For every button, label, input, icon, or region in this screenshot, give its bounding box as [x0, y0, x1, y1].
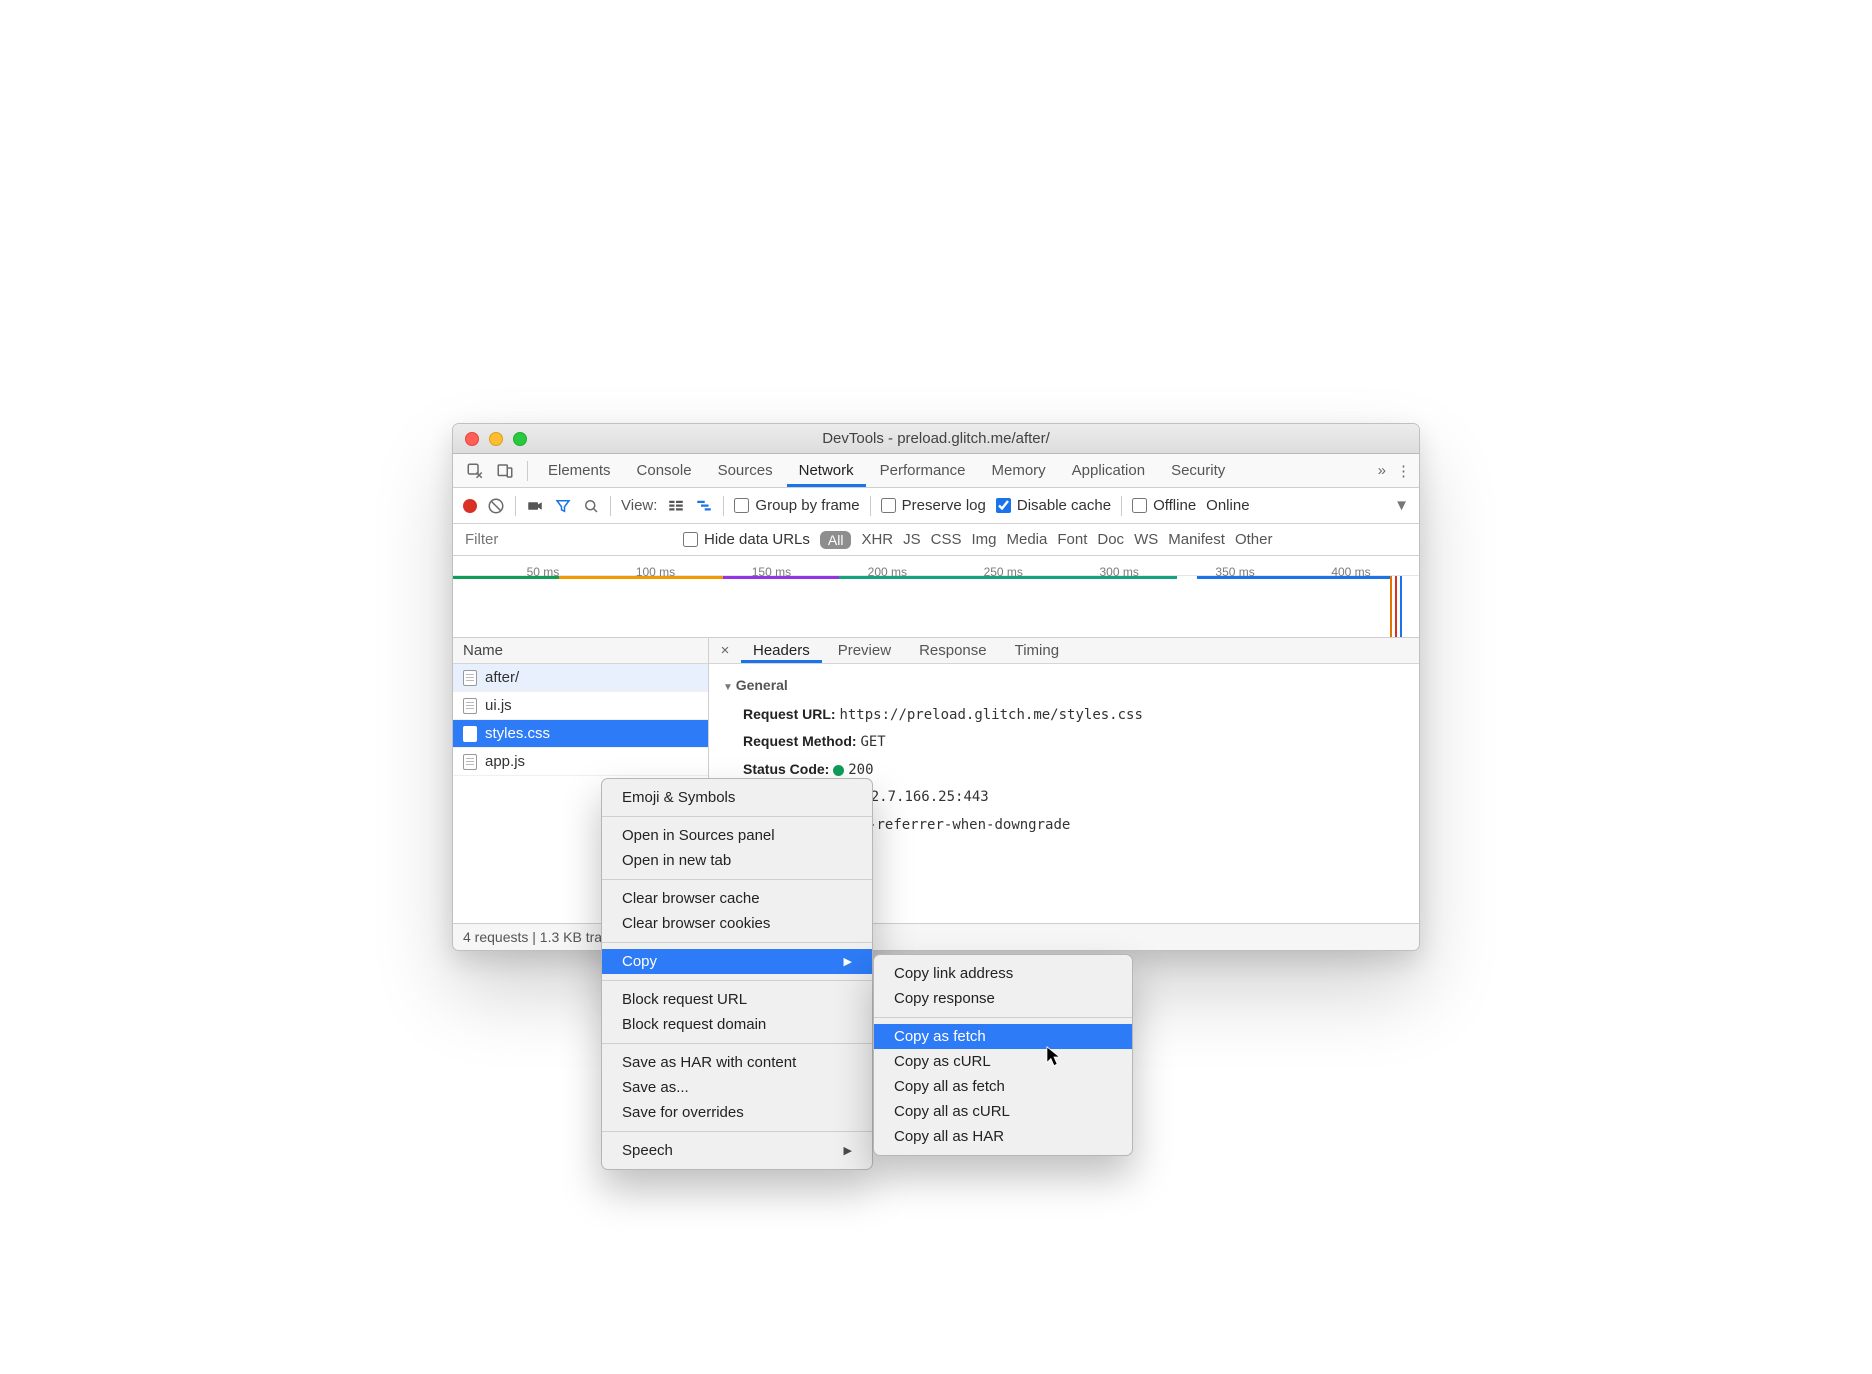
throttling-dropdown-icon[interactable]: ▼ — [1394, 497, 1409, 514]
request-row[interactable]: after/ — [453, 664, 708, 692]
tab-network[interactable]: Network — [787, 454, 866, 487]
inspect-element-icon[interactable] — [461, 457, 489, 485]
filter-img[interactable]: Img — [971, 531, 996, 548]
camera-icon[interactable] — [526, 497, 544, 515]
status-dot-icon — [833, 765, 844, 776]
tab-performance[interactable]: Performance — [868, 454, 978, 487]
submenu-arrow-icon: ▶ — [844, 955, 852, 968]
detail-tab-headers[interactable]: Headers — [741, 638, 822, 663]
cm-block-request-domain[interactable]: Block request domain — [602, 1012, 872, 1037]
filter-doc[interactable]: Doc — [1097, 531, 1124, 548]
group-by-frame-checkbox[interactable]: Group by frame — [734, 497, 859, 514]
cm-open-in-new-tab[interactable]: Open in new tab — [602, 848, 872, 873]
file-icon — [463, 726, 477, 742]
cm-save-as-har[interactable]: Save as HAR with content — [602, 1050, 872, 1075]
request-name: ui.js — [485, 697, 512, 714]
request-row[interactable]: ui.js — [453, 692, 708, 720]
cm-copy-all-as-curl[interactable]: Copy all as cURL — [874, 1099, 1132, 1124]
file-icon — [463, 698, 477, 714]
network-toolbar: View: Group by frame Preserve log Disabl… — [453, 488, 1419, 524]
context-submenu-copy: Copy link address Copy response Copy as … — [873, 954, 1133, 1156]
online-label[interactable]: Online — [1206, 497, 1249, 514]
cm-copy-submenu[interactable]: Copy▶ — [602, 949, 872, 974]
detail-tab-response[interactable]: Response — [907, 638, 999, 663]
clear-icon[interactable] — [487, 497, 505, 515]
file-icon — [463, 670, 477, 686]
view-large-icon[interactable] — [667, 497, 685, 515]
cm-clear-browser-cache[interactable]: Clear browser cache — [602, 886, 872, 911]
hide-data-urls-checkbox[interactable]: Hide data URLs — [683, 531, 810, 548]
filter-input[interactable] — [463, 524, 673, 555]
request-name: app.js — [485, 753, 525, 770]
main-tabs: Elements Console Sources Network Perform… — [453, 454, 1419, 488]
filter-row: Hide data URLs All XHR JS CSS Img Media … — [453, 524, 1419, 556]
cm-copy-as-curl[interactable]: Copy as cURL — [874, 1049, 1132, 1074]
close-window-button[interactable] — [465, 432, 479, 446]
status-bar: 4 requests | 1.3 KB transferred — [453, 924, 1419, 950]
cm-copy-response[interactable]: Copy response — [874, 986, 1132, 1011]
record-button[interactable] — [463, 499, 477, 513]
cm-save-as[interactable]: Save as... — [602, 1075, 872, 1100]
context-menu: Emoji & Symbols Open in Sources panel Op… — [601, 778, 873, 1170]
zoom-window-button[interactable] — [513, 432, 527, 446]
minimize-window-button[interactable] — [489, 432, 503, 446]
cm-emoji-symbols[interactable]: Emoji & Symbols — [602, 785, 872, 810]
filter-manifest[interactable]: Manifest — [1168, 531, 1225, 548]
filter-ws[interactable]: WS — [1134, 531, 1158, 548]
cm-copy-link-address[interactable]: Copy link address — [874, 961, 1132, 986]
view-label: View: — [621, 497, 657, 514]
cm-speech-submenu[interactable]: Speech▶ — [602, 1138, 872, 1163]
filter-css[interactable]: CSS — [931, 531, 962, 548]
tab-application[interactable]: Application — [1060, 454, 1157, 487]
tab-separator — [527, 461, 528, 481]
filter-xhr[interactable]: XHR — [861, 531, 893, 548]
offline-checkbox[interactable]: Offline — [1132, 497, 1196, 514]
cm-save-for-overrides[interactable]: Save for overrides — [602, 1100, 872, 1125]
tab-elements[interactable]: Elements — [536, 454, 623, 487]
request-row[interactable]: app.js — [453, 748, 708, 776]
request-name: styles.css — [485, 725, 550, 742]
devtools-window: DevTools - preload.glitch.me/after/ Elem… — [452, 423, 1420, 951]
filter-media[interactable]: Media — [1007, 531, 1048, 548]
disable-cache-checkbox[interactable]: Disable cache — [996, 497, 1111, 514]
filter-js[interactable]: JS — [903, 531, 921, 548]
title-bar: DevTools - preload.glitch.me/after/ — [453, 424, 1419, 454]
kebab-menu-icon[interactable]: ⋮ — [1396, 462, 1411, 480]
cm-open-in-sources[interactable]: Open in Sources panel — [602, 823, 872, 848]
tab-console[interactable]: Console — [625, 454, 704, 487]
detail-tab-timing[interactable]: Timing — [1003, 638, 1071, 663]
submenu-arrow-icon: ▶ — [844, 1144, 852, 1157]
filter-all-pill[interactable]: All — [820, 531, 852, 549]
tabs-overflow-icon[interactable]: » — [1378, 462, 1386, 479]
cm-copy-all-as-har[interactable]: Copy all as HAR — [874, 1124, 1132, 1149]
window-title: DevTools - preload.glitch.me/after/ — [453, 430, 1419, 447]
request-row[interactable]: styles.css — [453, 720, 708, 748]
filter-other[interactable]: Other — [1235, 531, 1273, 548]
request-name: after/ — [485, 669, 519, 686]
detail-tabs: × Headers Preview Response Timing — [709, 638, 1419, 664]
file-icon — [463, 754, 477, 770]
cm-clear-browser-cookies[interactable]: Clear browser cookies — [602, 911, 872, 936]
tab-sources[interactable]: Sources — [706, 454, 785, 487]
general-section-header[interactable]: General — [723, 672, 1405, 699]
preserve-log-checkbox[interactable]: Preserve log — [881, 497, 986, 514]
name-column-header[interactable]: Name — [453, 638, 708, 664]
cm-copy-as-fetch[interactable]: Copy as fetch — [874, 1024, 1132, 1049]
cm-block-request-url[interactable]: Block request URL — [602, 987, 872, 1012]
view-waterfall-icon[interactable] — [695, 497, 713, 515]
device-toolbar-icon[interactable] — [491, 457, 519, 485]
search-icon[interactable] — [582, 497, 600, 515]
close-details-icon[interactable]: × — [713, 642, 737, 659]
timeline-overview[interactable]: 50 ms 100 ms 150 ms 200 ms 250 ms 300 ms… — [453, 556, 1419, 638]
tab-memory[interactable]: Memory — [980, 454, 1058, 487]
tab-security[interactable]: Security — [1159, 454, 1237, 487]
filter-icon[interactable] — [554, 497, 572, 515]
network-split-panel: Name after/ ui.js styles.css app.js — [453, 638, 1419, 924]
traffic-lights — [453, 432, 527, 446]
filter-font[interactable]: Font — [1057, 531, 1087, 548]
cm-copy-all-as-fetch[interactable]: Copy all as fetch — [874, 1074, 1132, 1099]
detail-tab-preview[interactable]: Preview — [826, 638, 903, 663]
